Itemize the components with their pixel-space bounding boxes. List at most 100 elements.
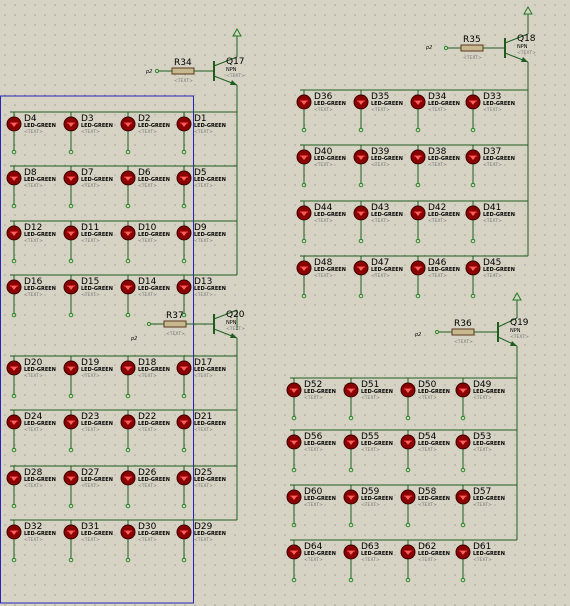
led-value-label: LED-GREEN [361,389,393,395]
led-d59[interactable]: D59LED-GREEN<TEXT> [343,485,393,528]
led-d34[interactable]: D34LED-GREEN<TEXT> [410,90,460,133]
emitter-arrow-icon [510,341,517,346]
led-value-label: LED-GREEN [138,123,170,129]
led-d36[interactable]: D36LED-GREEN<TEXT> [296,90,346,133]
led-d1[interactable]: D1LED-GREEN<TEXT> [176,112,226,155]
resistor-r35[interactable]: R35 <TEXT> p2 [425,35,499,61]
led-d26[interactable]: D26LED-GREEN<TEXT> [120,466,170,509]
led-value-label: LED-GREEN [304,496,336,502]
led-value-label: LED-GREEN [81,286,113,292]
led-d64[interactable]: D64LED-GREEN<TEXT> [286,540,336,583]
led-d50[interactable]: D50LED-GREEN<TEXT> [400,378,450,421]
led-value-label: LED-GREEN [371,156,403,162]
led-d40[interactable]: D40LED-GREEN<TEXT> [296,145,346,188]
led-d35[interactable]: D35LED-GREEN<TEXT> [353,90,403,133]
led-d22[interactable]: D22LED-GREEN<TEXT> [120,410,170,453]
led-d6[interactable]: D6LED-GREEN<TEXT> [120,166,170,209]
led-d4[interactable]: D4LED-GREEN<TEXT> [6,112,56,155]
resistor-r37[interactable]: R37 <TEXT> p2 [130,311,208,342]
led-d46[interactable]: D46LED-GREEN<TEXT> [410,256,460,299]
led-d47[interactable]: D47LED-GREEN<TEXT> [353,256,403,299]
led-d25[interactable]: D25LED-GREEN<TEXT> [176,466,226,509]
led-d2[interactable]: D2LED-GREEN<TEXT> [120,112,170,155]
led-value-label: LED-GREEN [24,421,56,427]
led-d39[interactable]: D39LED-GREEN<TEXT> [353,145,403,188]
led-d49[interactable]: D49LED-GREEN<TEXT> [455,378,505,421]
led-d10[interactable]: D10LED-GREEN<TEXT> [120,221,170,264]
led-d19[interactable]: D19LED-GREEN<TEXT> [63,356,113,399]
transistor-text-placeholder: <TEXT> [510,334,529,340]
resistor-r36[interactable]: R36 <TEXT> p2 [414,319,492,345]
power-terminal-icon[interactable] [523,5,533,15]
led-d11[interactable]: D11LED-GREEN<TEXT> [63,221,113,264]
led-d14[interactable]: D14LED-GREEN<TEXT> [120,275,170,318]
led-d42[interactable]: D42LED-GREEN<TEXT> [410,201,460,244]
transistor-q17[interactable]: Q17NPN<TEXT> [208,27,245,86]
led-d61[interactable]: D61LED-GREEN<TEXT> [455,540,505,583]
led-d58[interactable]: D58LED-GREEN<TEXT> [400,485,450,528]
led-text-placeholder: <TEXT> [81,238,100,244]
led-d27[interactable]: D27LED-GREEN<TEXT> [63,466,113,509]
led-d56[interactable]: D56LED-GREEN<TEXT> [286,430,336,473]
led-d23[interactable]: D23LED-GREEN<TEXT> [63,410,113,453]
led-d45[interactable]: D45LED-GREEN<TEXT> [465,256,515,299]
led-d38[interactable]: D38LED-GREEN<TEXT> [410,145,460,188]
led-d24[interactable]: D24LED-GREEN<TEXT> [6,410,56,453]
transistor-q20[interactable]: Q20NPN<TEXT> [208,309,245,339]
power-terminal-icon[interactable] [232,27,242,37]
led-value-label: LED-GREEN [194,286,226,292]
led-d9[interactable]: D9LED-GREEN<TEXT> [176,221,226,264]
led-d30[interactable]: D30LED-GREEN<TEXT> [120,520,170,563]
led-d51[interactable]: D51LED-GREEN<TEXT> [343,378,393,421]
power-terminal-icon[interactable] [512,291,522,301]
led-d20[interactable]: D20LED-GREEN<TEXT> [6,356,56,399]
resistor-r34[interactable]: R34 <TEXT> p2 [145,58,208,84]
led-d18[interactable]: D18LED-GREEN<TEXT> [120,356,170,399]
resistor-input-terminal[interactable] [146,321,152,327]
led-d3[interactable]: D3LED-GREEN<TEXT> [63,112,113,155]
led-d52[interactable]: D52LED-GREEN<TEXT> [286,378,336,421]
resistor-input-terminal[interactable] [154,68,160,74]
resistor-input-terminal[interactable] [443,45,449,51]
led-d60[interactable]: D60LED-GREEN<TEXT> [286,485,336,528]
led-d55[interactable]: D55LED-GREEN<TEXT> [343,430,393,473]
led-d21[interactable]: D21LED-GREEN<TEXT> [176,410,226,453]
led-d43[interactable]: D43LED-GREEN<TEXT> [353,201,403,244]
resistor-input-terminal[interactable] [434,329,440,335]
led-text-placeholder: <TEXT> [418,557,437,563]
transistor-q19[interactable]: Q19NPN<TEXT> [492,291,529,347]
led-text-placeholder: <TEXT> [361,447,380,453]
led-d31[interactable]: D31LED-GREEN<TEXT> [63,520,113,563]
led-d63[interactable]: D63LED-GREEN<TEXT> [343,540,393,583]
led-d17[interactable]: D17LED-GREEN<TEXT> [176,356,226,399]
led-text-placeholder: <TEXT> [81,427,100,433]
led-value-label: LED-GREEN [418,496,450,502]
led-d13[interactable]: D13LED-GREEN<TEXT> [176,275,226,318]
led-d44[interactable]: D44LED-GREEN<TEXT> [296,201,346,244]
led-d33[interactable]: D33LED-GREEN<TEXT> [465,90,515,133]
led-d48[interactable]: D48LED-GREEN<TEXT> [296,256,346,299]
led-d37[interactable]: D37LED-GREEN<TEXT> [465,145,515,188]
led-text-placeholder: <TEXT> [428,107,447,113]
led-d12[interactable]: D12LED-GREEN<TEXT> [6,221,56,264]
led-d7[interactable]: D7LED-GREEN<TEXT> [63,166,113,209]
led-text-placeholder: <TEXT> [304,557,323,563]
led-value-label: LED-GREEN [138,286,170,292]
led-d16[interactable]: D16LED-GREEN<TEXT> [6,275,56,318]
led-d57[interactable]: D57LED-GREEN<TEXT> [455,485,505,528]
led-d41[interactable]: D41LED-GREEN<TEXT> [465,201,515,244]
led-d32[interactable]: D32LED-GREEN<TEXT> [6,520,56,563]
led-d28[interactable]: D28LED-GREEN<TEXT> [6,466,56,509]
transistor-text-placeholder: <TEXT> [517,50,536,56]
led-d15[interactable]: D15LED-GREEN<TEXT> [63,275,113,318]
led-d8[interactable]: D8LED-GREEN<TEXT> [6,166,56,209]
led-d54[interactable]: D54LED-GREEN<TEXT> [400,430,450,473]
transistor-q18[interactable]: Q18NPN<TEXT> [499,5,536,63]
led-d62[interactable]: D62LED-GREEN<TEXT> [400,540,450,583]
led-d29[interactable]: D29LED-GREEN<TEXT> [176,520,226,563]
led-d5[interactable]: D5LED-GREEN<TEXT> [176,166,226,209]
led-value-label: LED-GREEN [371,101,403,107]
led-value-label: LED-GREEN [194,531,226,537]
led-text-placeholder: <TEXT> [81,373,100,379]
led-d53[interactable]: D53LED-GREEN<TEXT> [455,430,505,473]
